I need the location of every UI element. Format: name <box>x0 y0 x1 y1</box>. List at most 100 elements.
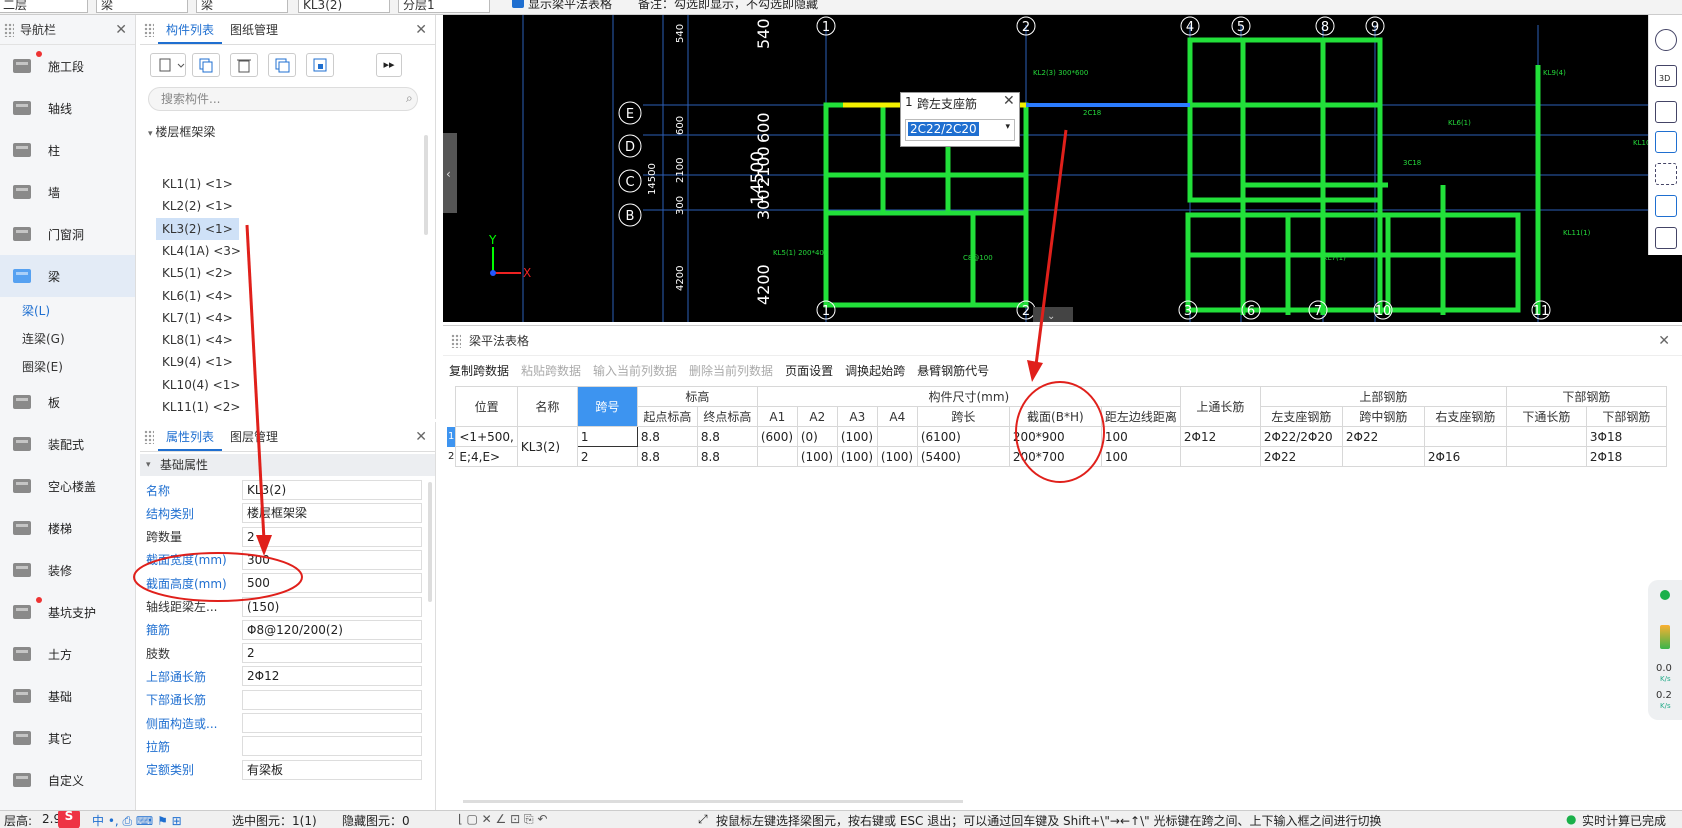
layer-view-icon[interactable] <box>1655 227 1677 249</box>
input-method-icon[interactable]: S <box>58 811 80 828</box>
snap-tool-icons[interactable]: ⌊ ▢ ✕ ∠ ⊡ ⎘ ↶ <box>458 812 547 827</box>
cell-position[interactable]: <1+500, <box>455 426 518 447</box>
table-tool-button[interactable]: 输入当前列数据 <box>593 362 677 379</box>
tree-item[interactable]: KL5(1) <2> <box>156 262 239 284</box>
nav-item-beam[interactable]: 梁 <box>0 255 135 297</box>
nav-item-slab[interactable]: 板 <box>0 381 135 423</box>
tree-item[interactable]: KL7(1) <4> <box>156 307 239 329</box>
cell-span-length[interactable]: (5400) <box>916 446 1010 467</box>
cell-span-length[interactable]: (6100) <box>916 426 1010 447</box>
cell-left-distance[interactable]: 100 <box>1100 426 1181 447</box>
table-row[interactable]: 1 <1+500, KL3(2) 1 8.8 8.8 (600) (0) (10… <box>447 426 1667 467</box>
cell-elev-start[interactable]: 8.8 <box>636 446 698 467</box>
cell-a4[interactable]: (100) <box>876 446 918 467</box>
cell-span[interactable]: 1 <box>576 426 638 447</box>
input-toolbar-icons[interactable]: 中 •, ⎙ ⌨ ⚑ ⊞ <box>92 812 182 828</box>
drag-grip-icon[interactable] <box>451 333 461 348</box>
col-header-span[interactable]: 跨号 <box>576 386 638 427</box>
nav-item-decoration[interactable]: 装修 <box>0 549 135 591</box>
close-icon[interactable]: ✕ <box>415 429 427 445</box>
copy-component-icon[interactable] <box>192 53 220 77</box>
property-value-field[interactable]: 楼层框架梁 <box>242 503 422 524</box>
cell-a2[interactable]: (0) <box>796 426 838 447</box>
cell-span[interactable]: 2 <box>576 446 638 467</box>
tab-layer-management[interactable]: 图层管理 <box>222 423 286 451</box>
cell-a1[interactable] <box>756 446 798 467</box>
type-select[interactable]: 梁 <box>196 0 288 13</box>
scrollbar[interactable] <box>424 135 428 235</box>
table-tool-button[interactable]: 调换起始跨 <box>845 362 905 379</box>
layer-copy-icon[interactable] <box>268 53 296 77</box>
chevron-down-icon[interactable]: ▾ <box>146 454 151 476</box>
property-value-field[interactable]: Φ8@120/200(2) <box>242 619 422 640</box>
nav-item-stairs[interactable]: 楼梯 <box>0 507 135 549</box>
floor-select[interactable]: 二层 <box>0 0 88 13</box>
property-value-field[interactable]: 2Φ12 <box>242 666 422 687</box>
more-icon[interactable]: ▸▸ <box>376 53 402 77</box>
cell-section[interactable]: 200*700 <box>1008 446 1102 467</box>
cell-a3[interactable]: (100) <box>836 426 878 447</box>
cell-a1[interactable]: (600) <box>756 426 798 447</box>
close-icon[interactable]: ✕ <box>415 22 427 38</box>
drag-grip-icon[interactable] <box>4 22 14 37</box>
cad-drawing-canvas[interactable]: ‹ KL2(3) 300*600 2C18 KL5(1) 200*400 KL6… <box>443 15 1682 322</box>
cell-top-through[interactable]: 2Φ12 <box>1179 426 1261 447</box>
tab-drawing-management[interactable]: 图纸管理 <box>222 16 286 44</box>
nav-item-foundation[interactable]: 基础 <box>0 675 135 717</box>
nav-item-door-window[interactable]: 门窗洞 <box>0 213 135 255</box>
nav-item-column[interactable]: 柱 <box>0 129 135 171</box>
drag-grip-icon[interactable] <box>144 23 154 37</box>
cell-right-support[interactable] <box>1423 426 1507 447</box>
table-row[interactable]: 2 E;4,E> 2 8.8 8.8 (100) (100) (100) (54… <box>447 446 1667 467</box>
nav-subitem[interactable]: 连梁(G) <box>0 325 135 353</box>
property-value-field[interactable] <box>242 713 422 733</box>
cell-mid[interactable]: 2Φ22 <box>1341 426 1425 447</box>
table-tool-button[interactable]: 页面设置 <box>785 362 833 379</box>
cell-bottom-through[interactable] <box>1505 426 1587 447</box>
nav-item-other[interactable]: 其它 <box>0 717 135 759</box>
nav-item-grid[interactable]: 轴线 <box>0 87 135 129</box>
cell-left-distance[interactable]: 100 <box>1100 446 1181 467</box>
tree-item[interactable]: KL10(4) <1> <box>156 374 246 396</box>
tree-item[interactable]: KL9(4) <1> <box>156 351 239 373</box>
property-value-field[interactable]: (150) <box>242 596 422 617</box>
property-value-field[interactable] <box>242 736 422 757</box>
cell-elev-end[interactable]: 8.8 <box>696 446 758 467</box>
rotate-icon[interactable] <box>1655 195 1677 217</box>
import-icon[interactable] <box>306 53 334 77</box>
expand-icon[interactable]: ⤢ <box>698 812 708 827</box>
nav-item-wall[interactable]: 墙 <box>0 171 135 213</box>
nav-item-prefab[interactable]: 装配式 <box>0 423 135 465</box>
cell-elev-start[interactable]: 8.8 <box>636 426 698 447</box>
tab-property-list[interactable]: 属性列表 <box>158 423 223 451</box>
orbit-icon[interactable] <box>1655 29 1677 51</box>
nav-subitem[interactable]: 梁(L) <box>0 297 135 325</box>
cell-elev-end[interactable]: 8.8 <box>696 426 758 447</box>
nav-item-earthwork[interactable]: 土方 <box>0 633 135 675</box>
cell-bottom-through[interactable] <box>1505 446 1587 467</box>
category-select[interactable]: 梁 <box>96 0 188 13</box>
cell-a4[interactable] <box>876 426 918 447</box>
nav-item-construction[interactable]: 施工段 <box>0 45 135 87</box>
layer-select[interactable]: 分层1 <box>398 0 490 13</box>
property-value-field[interactable]: KL3(2) <box>242 480 422 500</box>
table-tool-button[interactable]: 删除当前列数据 <box>689 362 773 379</box>
span-rebar-popup[interactable]: 1 跨左支座筋 ✕ 2C22/2C20 ▾ <box>900 92 1020 147</box>
search-icon[interactable]: ⌕ <box>406 91 413 106</box>
row-number[interactable]: 2 <box>447 447 456 467</box>
scrollbar[interactable] <box>428 482 432 602</box>
cell-a3[interactable]: (100) <box>836 446 878 467</box>
nav-item-pit-support[interactable]: 基坑支护 <box>0 591 135 633</box>
zoom-extents-icon[interactable] <box>1655 163 1677 185</box>
property-value-field[interactable]: 300 <box>242 549 422 570</box>
cell-name[interactable]: KL3(2) <box>516 426 578 467</box>
chevron-down-icon[interactable]: ⌄ <box>1047 311 1055 322</box>
tree-item[interactable]: KL6(1) <4> <box>156 285 239 307</box>
drag-grip-icon[interactable] <box>144 430 154 444</box>
property-value-field[interactable] <box>242 689 422 710</box>
tree-item[interactable]: KL3(2) <1> <box>156 217 239 240</box>
new-component-icon[interactable] <box>150 53 186 77</box>
cell-left-support[interactable]: 2Φ22 <box>1259 446 1343 467</box>
close-icon[interactable]: ✕ <box>1658 333 1670 349</box>
cube-icon[interactable] <box>1655 131 1677 153</box>
